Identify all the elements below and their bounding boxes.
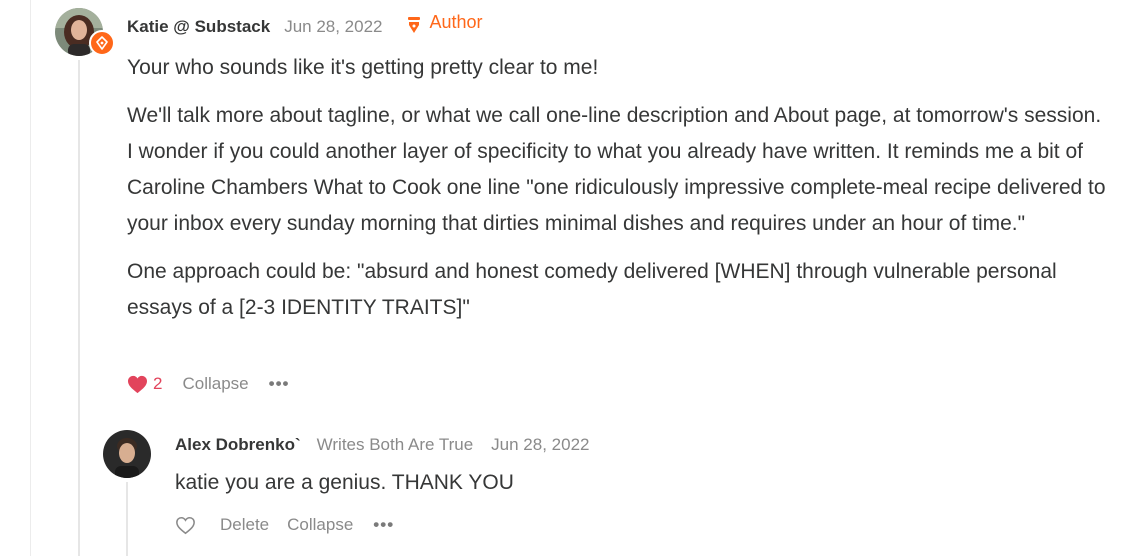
more-options-button[interactable]: ••• bbox=[269, 374, 290, 394]
comment-body: Your who sounds like it's getting pretty… bbox=[127, 50, 1112, 326]
delete-button[interactable]: Delete bbox=[220, 515, 269, 535]
alex-avatar-image bbox=[103, 430, 151, 478]
comment-thread-line[interactable] bbox=[78, 60, 80, 556]
heart-outline-icon bbox=[176, 516, 195, 534]
pen-nib-icon bbox=[96, 36, 108, 50]
comment-date[interactable]: Jun 28, 2022 bbox=[284, 17, 382, 37]
comment-author-name[interactable]: Katie @ Substack bbox=[127, 17, 270, 37]
avatar[interactable] bbox=[103, 430, 151, 478]
more-options-button[interactable]: ••• bbox=[373, 515, 394, 535]
reply-thread-line[interactable] bbox=[126, 482, 128, 556]
reply-text: katie you are a genius. THANK YOU bbox=[175, 471, 514, 494]
reply-body: katie you are a genius. THANK YOU bbox=[175, 465, 1075, 501]
collapse-button[interactable]: Collapse bbox=[287, 515, 353, 535]
reply-date[interactable]: Jun 28, 2022 bbox=[491, 435, 589, 455]
comment-header: Katie @ Substack Jun 28, 2022 Author bbox=[127, 12, 483, 37]
comment-paragraph: One approach could be: "absurd and hones… bbox=[127, 260, 1057, 319]
author-tag: Author bbox=[407, 12, 483, 33]
author-tag-label: Author bbox=[429, 12, 483, 32]
outer-thread-line bbox=[30, 0, 31, 556]
heart-filled-icon bbox=[128, 375, 147, 393]
reply-publication[interactable]: Writes Both Are True bbox=[317, 435, 474, 455]
reply-like-button[interactable] bbox=[175, 516, 196, 535]
like-button[interactable]: 2 bbox=[127, 374, 162, 394]
like-count: 2 bbox=[153, 374, 163, 393]
comment-actions: 2 Collapse ••• bbox=[127, 372, 289, 396]
pen-nib-icon bbox=[407, 16, 420, 33]
collapse-button[interactable]: Collapse bbox=[182, 374, 248, 394]
reply-actions: Delete Collapse ••• bbox=[175, 513, 394, 537]
author-badge-icon bbox=[89, 30, 115, 56]
reply-header: Alex Dobrenko` Writes Both Are True Jun … bbox=[175, 435, 589, 455]
comment-paragraph: We'll talk more about tagline, or what w… bbox=[127, 104, 1106, 235]
reply-author-name[interactable]: Alex Dobrenko` bbox=[175, 435, 301, 455]
comment-paragraph: Your who sounds like it's getting pretty… bbox=[127, 56, 599, 79]
